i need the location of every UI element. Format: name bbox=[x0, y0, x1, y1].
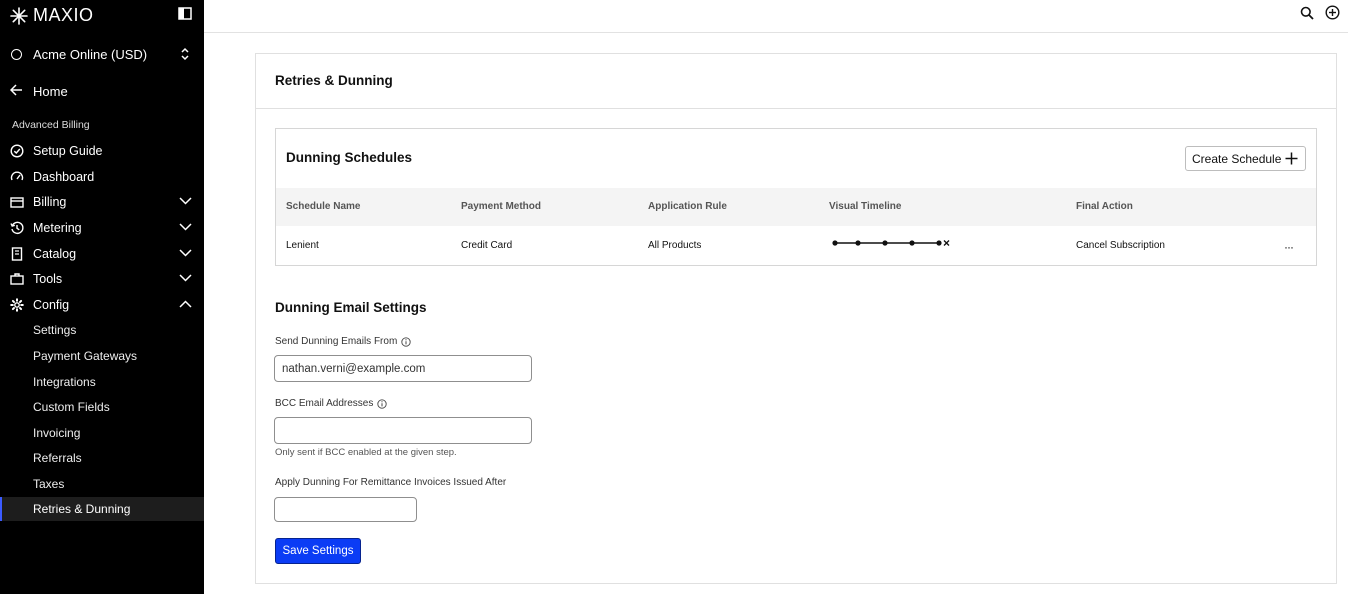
sidebar-item-label: Referrals bbox=[33, 451, 82, 465]
nav-item-label: Catalog bbox=[33, 247, 77, 261]
bcc-hint: Only sent if BCC enabled at the given st… bbox=[275, 447, 457, 458]
dunning-schedules-card: Dunning Schedules Create Schedule Schedu… bbox=[275, 128, 1317, 266]
brand-name: MAXIO bbox=[33, 5, 94, 25]
table-row[interactable]: Lenient Credit Card All Products Cancel … bbox=[276, 226, 1316, 265]
search-icon[interactable] bbox=[1300, 6, 1314, 20]
sidebar-item-retries-dunning[interactable]: Retries & Dunning bbox=[0, 497, 204, 521]
credit-card-icon bbox=[10, 197, 24, 208]
table-header: Schedule Name Payment Method Application… bbox=[276, 188, 1316, 226]
visual-timeline bbox=[832, 240, 950, 246]
nav-item-label: Billing bbox=[33, 195, 67, 209]
sidebar-item-label: Settings bbox=[33, 323, 77, 337]
add-circle-icon[interactable] bbox=[1325, 5, 1340, 20]
timeline-step bbox=[882, 240, 888, 246]
timeline-step bbox=[936, 240, 942, 246]
history-icon bbox=[10, 221, 24, 235]
nav-section-label: Advanced Billing bbox=[12, 119, 90, 131]
info-icon[interactable] bbox=[377, 398, 388, 409]
final-action: Cancel Subscription bbox=[1076, 240, 1165, 251]
column-header: Visual Timeline bbox=[829, 201, 902, 212]
email-settings-title: Dunning Email Settings bbox=[275, 300, 427, 315]
book-icon bbox=[11, 247, 23, 261]
bcc-field-label: BCC Email Addresses bbox=[275, 398, 388, 409]
sidebar-item-payment-gateways[interactable]: Payment Gateways bbox=[0, 344, 204, 368]
column-header: Payment Method bbox=[461, 201, 542, 212]
more-actions-icon[interactable]: ··· bbox=[1284, 240, 1294, 254]
sidebar-item-label: Custom Fields bbox=[33, 400, 110, 414]
gear-icon bbox=[10, 298, 24, 312]
bcc-email-input[interactable] bbox=[274, 417, 532, 444]
sidebar-item-integrations[interactable]: Integrations bbox=[0, 370, 204, 394]
chevron-up-icon bbox=[179, 300, 192, 308]
nav-home-label: Home bbox=[33, 84, 68, 99]
org-status-icon bbox=[11, 49, 22, 60]
create-schedule-button[interactable]: Create Schedule bbox=[1185, 146, 1306, 171]
chevron-down-icon bbox=[179, 197, 192, 205]
brand-logo[interactable]: MAXIO bbox=[10, 5, 94, 26]
sidebar-item-label: Invoicing bbox=[33, 426, 81, 440]
timeline-step bbox=[855, 240, 861, 246]
column-header: Schedule Name bbox=[286, 201, 361, 212]
from-field-label: Send Dunning Emails From bbox=[275, 336, 411, 347]
sidebar-item-referrals[interactable]: Referrals bbox=[0, 446, 204, 470]
check-circle-icon bbox=[10, 144, 24, 158]
nav-tools[interactable]: Tools bbox=[0, 267, 204, 291]
nav-item-label: Tools bbox=[33, 272, 63, 286]
remittance-date-input[interactable] bbox=[274, 497, 417, 522]
create-schedule-label: Create Schedule bbox=[1192, 151, 1282, 166]
sidebar-item-label: Integrations bbox=[33, 375, 96, 389]
application-rule: All Products bbox=[648, 240, 702, 251]
org-switcher[interactable]: Acme Online (USD) bbox=[0, 43, 204, 67]
timeline-end-x-icon bbox=[943, 240, 950, 246]
nav-item-label: Dashboard bbox=[33, 170, 95, 184]
sidebar-toggle-icon[interactable] bbox=[178, 7, 192, 20]
sidebar-item-label: Taxes bbox=[33, 477, 65, 491]
sidebar-item-label: Retries & Dunning bbox=[33, 502, 131, 516]
page-title: Retries & Dunning bbox=[275, 73, 393, 88]
chevron-down-icon bbox=[179, 249, 192, 257]
info-icon[interactable] bbox=[401, 336, 411, 347]
top-bar bbox=[204, 0, 1348, 33]
nav-dashboard[interactable]: Dashboard bbox=[0, 165, 204, 189]
org-name: Acme Online (USD) bbox=[33, 47, 148, 62]
toolbox-icon bbox=[10, 273, 24, 285]
chevron-down-icon bbox=[179, 274, 192, 282]
save-settings-button[interactable]: Save Settings bbox=[275, 538, 361, 564]
plus-icon bbox=[1285, 152, 1298, 165]
chevron-down-icon bbox=[179, 223, 192, 231]
column-header: Application Rule bbox=[648, 201, 727, 212]
chevron-up-down-icon bbox=[181, 47, 189, 61]
timeline-step bbox=[832, 240, 838, 246]
from-email-input[interactable] bbox=[274, 355, 532, 382]
payment-method: Credit Card bbox=[461, 240, 513, 251]
sidebar-item-settings[interactable]: Settings bbox=[0, 318, 204, 342]
nav-item-label: Setup Guide bbox=[33, 144, 103, 158]
timeline-step bbox=[909, 240, 915, 246]
sidebar: MAXIO Acme Online (USD) Home Advanced Bi… bbox=[0, 0, 204, 594]
nav-home[interactable]: Home bbox=[0, 80, 204, 102]
nav-catalog[interactable]: Catalog bbox=[0, 242, 204, 266]
main-panel: Retries & Dunning Dunning Schedules Crea… bbox=[255, 53, 1337, 584]
nav-metering[interactable]: Metering bbox=[0, 216, 204, 240]
from-label-text: Send Dunning Emails From bbox=[275, 336, 398, 347]
schedule-name: Lenient bbox=[286, 240, 319, 251]
nav-item-label: Metering bbox=[33, 221, 82, 235]
nav-setup-guide[interactable]: Setup Guide bbox=[0, 139, 204, 163]
nav-config[interactable]: Config bbox=[0, 293, 204, 317]
nav-item-label: Config bbox=[33, 298, 70, 312]
column-header: Final Action bbox=[1076, 201, 1133, 212]
bcc-label-text: BCC Email Addresses bbox=[275, 398, 374, 409]
schedules-title: Dunning Schedules bbox=[286, 150, 413, 165]
maxio-logo-icon bbox=[10, 6, 28, 25]
gauge-icon bbox=[10, 171, 24, 181]
nav-billing[interactable]: Billing bbox=[0, 190, 204, 214]
divider bbox=[256, 108, 1336, 109]
sidebar-item-taxes[interactable]: Taxes bbox=[0, 472, 204, 496]
remittance-field-label: Apply Dunning For Remittance Invoices Is… bbox=[275, 477, 506, 488]
arrow-left-icon bbox=[10, 84, 22, 96]
sidebar-item-custom-fields[interactable]: Custom Fields bbox=[0, 395, 204, 419]
sidebar-item-invoicing[interactable]: Invoicing bbox=[0, 421, 204, 445]
remittance-label-text: Apply Dunning For Remittance Invoices Is… bbox=[275, 477, 507, 488]
sidebar-item-label: Payment Gateways bbox=[33, 349, 138, 363]
